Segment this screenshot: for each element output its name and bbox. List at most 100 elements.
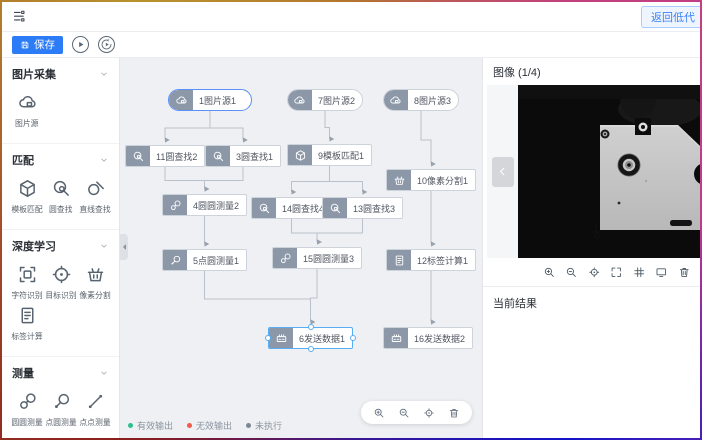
zoom-in-icon[interactable] xyxy=(543,266,556,279)
flow-node-label: 11圆查找2 xyxy=(150,146,204,166)
chevron-left-icon xyxy=(496,165,509,178)
circle-find-icon xyxy=(126,146,150,166)
locate-icon[interactable] xyxy=(588,266,601,279)
cloud-image-icon xyxy=(293,94,306,107)
sidebar-section: 图片采集图片源 xyxy=(2,58,119,144)
sidebar-section-header[interactable]: 图片采集 xyxy=(2,58,119,85)
cube-icon xyxy=(288,145,312,165)
circle-find-icon xyxy=(206,146,230,166)
zoom-out-icon[interactable] xyxy=(565,266,578,279)
locate-icon[interactable] xyxy=(423,407,435,419)
flow-node[interactable]: 15圆圆测量3 xyxy=(272,247,362,269)
sidebar-section-header[interactable]: 测量 xyxy=(2,357,119,384)
tool-item-label: 目标识别 xyxy=(45,289,76,300)
node-connection-handle[interactable] xyxy=(308,346,314,352)
tool-item[interactable]: 直线查找 xyxy=(78,178,112,215)
sidebar-section-header[interactable]: 匹配 xyxy=(2,144,119,171)
tool-item-label: 点圆测量 xyxy=(45,416,76,427)
sidebar-section-title: 匹配 xyxy=(12,152,34,168)
node-connection-handle[interactable] xyxy=(308,324,314,330)
tool-item[interactable]: 目标识别 xyxy=(44,264,78,301)
legend-label: 未执行 xyxy=(255,419,282,432)
back-to-lowcode-button[interactable]: 返回低代 xyxy=(641,6,700,28)
tool-item[interactable]: 像素分割 xyxy=(78,264,112,301)
tool-item[interactable]: 标签计算 xyxy=(10,305,44,342)
edit-toolbar: 保存 xyxy=(2,32,700,58)
sidebar-section-items: 圆圆测量点圆测量点点测量 xyxy=(2,384,119,438)
flow-node-label: 6发送数据1 xyxy=(293,328,352,348)
segment-icon xyxy=(85,264,106,285)
circle-find-icon xyxy=(323,198,347,218)
point-circle-measure-icon xyxy=(51,391,72,412)
circle-find-icon xyxy=(132,150,145,163)
sidebar-section-header[interactable]: 深度学习 xyxy=(2,230,119,257)
segment-icon xyxy=(393,174,406,187)
screen-icon[interactable] xyxy=(655,266,668,279)
circle-find-icon xyxy=(51,178,72,199)
flow-node[interactable]: 7图片源2 xyxy=(287,89,363,111)
tool-item[interactable]: 圆查找 xyxy=(44,178,78,215)
save-button[interactable]: 保存 xyxy=(12,36,63,54)
cloud-image-icon xyxy=(384,90,408,110)
circle-find-icon xyxy=(258,202,271,215)
tool-item[interactable]: 模板匹配 xyxy=(10,178,44,215)
flow-node[interactable]: 4圆圆测量2 xyxy=(162,194,247,216)
legend-item: 未执行 xyxy=(246,419,282,432)
zoom-in-icon[interactable] xyxy=(373,407,385,419)
workflow-list-icon[interactable] xyxy=(12,9,27,24)
tool-item[interactable]: 点圆测量 xyxy=(44,391,78,428)
point-circle-measure-icon xyxy=(169,254,182,267)
sidebar-collapse-handle[interactable] xyxy=(120,234,128,260)
camera-image[interactable] xyxy=(518,85,700,258)
flow-node[interactable]: 1图片源1 xyxy=(168,89,252,111)
flow-node-label: 8图片源3 xyxy=(408,90,458,110)
tool-item[interactable]: 字符识别 xyxy=(10,264,44,301)
canvas-zoom-toolbar xyxy=(361,401,472,424)
prev-image-button[interactable] xyxy=(492,157,514,187)
tool-item[interactable]: 点点测量 xyxy=(78,391,112,428)
delete-icon[interactable] xyxy=(448,407,460,419)
zoom-out-icon[interactable] xyxy=(398,407,410,419)
fullscreen-icon[interactable] xyxy=(610,266,623,279)
node-connection-handle[interactable] xyxy=(265,335,271,341)
sidebar-section-items: 字符识别目标识别像素分割标签计算 xyxy=(2,257,119,352)
current-results-title: 当前结果 xyxy=(483,287,700,319)
flow-node[interactable]: 8图片源3 xyxy=(383,89,459,111)
flow-node[interactable]: 13圆查找3 xyxy=(322,197,403,219)
legend-dot xyxy=(128,423,133,428)
grid-icon[interactable] xyxy=(633,266,646,279)
flow-canvas[interactable]: 1图片源1 7图片源2 8图片源3 11圆查找23圆查找1 9模板匹配1 10像素分割1 4… xyxy=(120,58,482,438)
flow-node[interactable]: 11圆查找2 xyxy=(125,145,205,167)
flow-node-label: 5点圆测量1 xyxy=(187,250,246,270)
run-button[interactable] xyxy=(72,36,89,53)
flow-node[interactable]: 10像素分割1 xyxy=(386,169,476,191)
flow-node[interactable]: 14圆查找4 xyxy=(251,197,332,219)
legend-label: 有效输出 xyxy=(137,419,173,432)
flow-node[interactable]: 16发送数据2 xyxy=(383,327,473,349)
flow-node-label: 1图片源1 xyxy=(193,90,243,110)
node-connection-handle[interactable] xyxy=(350,335,356,341)
flow-node[interactable]: 12标签计算1 xyxy=(386,249,476,271)
cloud-image-icon xyxy=(169,90,193,110)
status-legend: 有效输出无效输出未执行 xyxy=(128,419,282,432)
flow-node[interactable]: 5点圆测量1 xyxy=(162,249,247,271)
chevron-down-icon xyxy=(99,241,109,251)
sidebar-section-title: 深度学习 xyxy=(12,238,56,254)
legend-dot xyxy=(246,423,251,428)
flow-node[interactable]: 9模板匹配1 xyxy=(287,144,372,166)
delete-icon[interactable] xyxy=(678,266,691,279)
flow-node-label: 13圆查找3 xyxy=(347,198,402,218)
tool-item-label: 模板匹配 xyxy=(11,203,42,214)
save-icon xyxy=(20,40,30,50)
tool-item[interactable]: 圆圆测量 xyxy=(10,391,44,428)
flow-node[interactable]: 3圆查找1 xyxy=(205,145,281,167)
sidebar-section-title: 测量 xyxy=(12,365,34,381)
label-calc-icon xyxy=(393,254,406,267)
flow-node[interactable]: 6发送数据1 xyxy=(268,327,353,349)
tool-item-label: 标签计算 xyxy=(11,330,42,341)
tool-item[interactable]: 图片源 xyxy=(10,92,44,129)
flow-node-label: 16发送数据2 xyxy=(408,328,472,348)
sidebar-section: 测量圆圆测量点圆测量点点测量 xyxy=(2,357,119,438)
step-run-button[interactable] xyxy=(98,36,115,53)
tool-item-label: 圆查找 xyxy=(49,203,72,214)
